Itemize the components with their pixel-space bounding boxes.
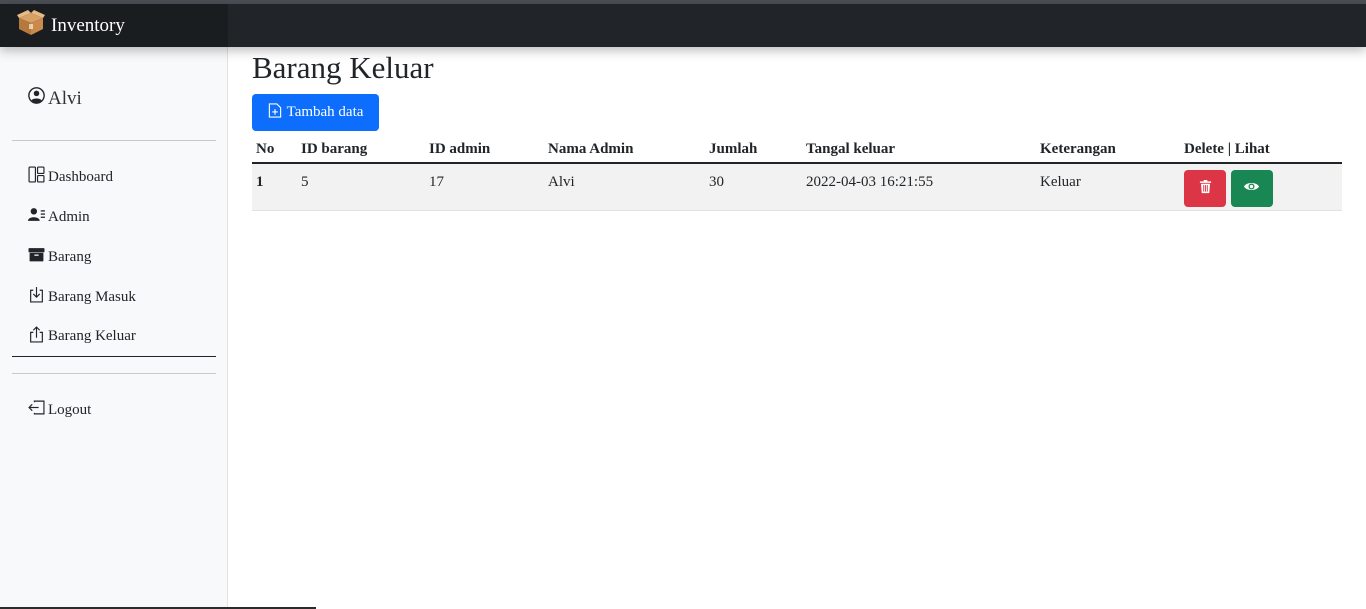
sidebar-item-label: Dashboard	[48, 168, 113, 185]
logout-link[interactable]: Logout	[12, 390, 216, 430]
sidebar-item-admin[interactable]: Admin	[12, 197, 216, 237]
divider	[12, 373, 216, 374]
col-header-id-barang: ID barang	[297, 132, 425, 164]
cell-tanggal-keluar: 2022-04-03 16:21:55	[802, 163, 1036, 211]
delete-button[interactable]	[1184, 170, 1226, 207]
sidebar-item-label: Barang Keluar	[48, 328, 136, 344]
sidebar-item-label: Barang Masuk	[48, 288, 136, 305]
table-header-row: No ID barang ID admin Nama Admin Jumlah …	[252, 132, 1342, 164]
sidebar: Alvi Dashboard Admin Barang Barang Masuk…	[0, 47, 228, 609]
box-arrow-in-icon	[28, 286, 48, 308]
file-plus-icon	[268, 102, 287, 123]
col-header-no: No	[252, 132, 297, 164]
admin-icon	[28, 206, 48, 228]
person-circle-icon	[28, 87, 48, 110]
user-name: Alvi	[48, 87, 82, 109]
add-data-button[interactable]: Tambah data	[252, 94, 379, 131]
divider	[12, 140, 216, 141]
col-header-nama-admin: Nama Admin	[544, 132, 705, 164]
cell-id-barang: 5	[297, 163, 425, 211]
col-header-id-admin: ID admin	[425, 132, 544, 164]
cell-no: 1	[252, 163, 297, 211]
logout-icon	[28, 399, 48, 421]
brand-name: Inventory	[51, 14, 125, 36]
col-header-jumlah: Jumlah	[705, 132, 802, 164]
top-navbar: Inventory	[0, 4, 1366, 47]
cell-nama-admin: Alvi	[544, 163, 705, 211]
cell-id-admin: 17	[425, 163, 544, 211]
dashboard-icon	[28, 166, 48, 188]
brand[interactable]: Inventory	[0, 4, 228, 47]
cell-keterangan: Keluar	[1036, 163, 1180, 211]
data-table: No ID barang ID admin Nama Admin Jumlah …	[252, 132, 1342, 211]
col-header-keterangan: Keterangan	[1036, 132, 1180, 164]
sidebar-item-label: Barang	[48, 248, 92, 265]
add-data-label: Tambah data	[286, 104, 364, 120]
logout-label: Logout	[48, 401, 92, 418]
cell-jumlah: 30	[705, 163, 802, 211]
box-arrow-up-icon	[28, 325, 48, 348]
page-title: Barang Keluar	[252, 50, 434, 85]
sidebar-item-barang[interactable]: Barang	[12, 237, 216, 277]
cell-actions	[1180, 163, 1342, 211]
sidebar-item-barang-masuk[interactable]: Barang Masuk	[12, 277, 216, 317]
user-profile: Alvi	[28, 87, 82, 110]
eye-icon	[1244, 179, 1260, 199]
table-row: 1 5 17 Alvi 30 2022-04-03 16:21:55 Kelua…	[252, 163, 1342, 211]
sidebar-item-label: Admin	[48, 208, 90, 225]
col-header-actions: Delete | Lihat	[1180, 132, 1342, 164]
trash-icon	[1198, 179, 1213, 199]
view-button[interactable]	[1230, 170, 1273, 207]
col-header-tanggal-keluar: Tangal keluar	[802, 132, 1036, 164]
box-icon	[28, 246, 48, 268]
box-open-icon	[17, 9, 45, 42]
sidebar-item-dashboard[interactable]: Dashboard	[12, 157, 216, 197]
sidebar-item-barang-keluar[interactable]: Barang Keluar	[12, 317, 216, 357]
